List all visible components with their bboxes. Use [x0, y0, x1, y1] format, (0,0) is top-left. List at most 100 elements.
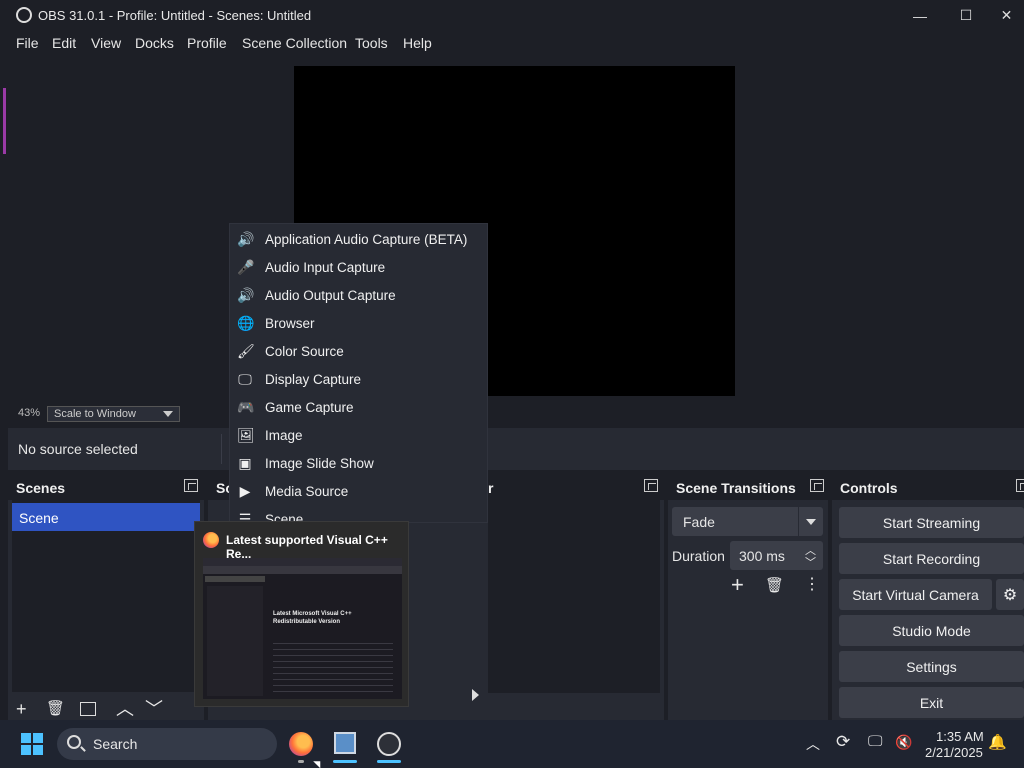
menu-bar: File Edit View Docks Profile Scene Colle…: [0, 31, 1024, 56]
menu-item-image[interactable]: 🖼 Image: [230, 421, 487, 449]
close-button[interactable]: ✕: [989, 0, 1024, 31]
remove-scene-icon[interactable]: 🗑: [46, 700, 65, 718]
obs-logo-icon: [16, 7, 32, 23]
installer-taskbar-icon[interactable]: [334, 732, 356, 754]
menu-item-audio-input-capture[interactable]: 🎤 Audio Input Capture: [230, 253, 487, 281]
scenes-header: Scenes: [8, 474, 204, 500]
menu-docks[interactable]: Docks: [135, 35, 174, 51]
divider: [798, 507, 799, 536]
scenes-title: Scenes: [16, 480, 66, 496]
duration-spinbox[interactable]: 300 ms ︿ ﹀: [730, 541, 823, 570]
add-scene-icon[interactable]: +: [16, 700, 27, 718]
menu-profile[interactable]: Profile: [187, 35, 227, 51]
virtual-camera-settings-icon[interactable]: ⚙: [996, 579, 1024, 610]
audio-mixer-dock: r: [480, 474, 664, 720]
windows-start-icon[interactable]: [21, 733, 43, 755]
exit-button[interactable]: Exit: [839, 687, 1024, 718]
page-heading: Latest Microsoft Visual C++ Redistributa…: [273, 611, 352, 625]
menu-item-image-slide-show[interactable]: ▣ Image Slide Show: [230, 449, 487, 477]
move-up-icon[interactable]: ︿: [116, 700, 134, 718]
duration-label: Duration: [672, 548, 725, 564]
menu-item-app-audio-capture[interactable]: 🔊 Application Audio Capture (BETA): [230, 225, 487, 253]
menu-item-display-capture[interactable]: 🖵 Display Capture: [230, 365, 487, 393]
volume-muted-icon[interactable]: 🔇: [895, 734, 912, 751]
menu-item-browser[interactable]: 🌐 Browser: [230, 309, 487, 337]
menu-item-game-capture[interactable]: 🎮 Game Capture: [230, 393, 487, 421]
clock-time[interactable]: 1:35 AM: [936, 729, 984, 744]
add-transition-icon[interactable]: +: [731, 574, 744, 596]
transition-select[interactable]: Fade: [672, 507, 823, 536]
app-audio-icon: 🔊: [237, 231, 255, 247]
clock-date[interactable]: 2/21/2025: [925, 745, 983, 760]
gamepad-icon: 🎮: [237, 399, 255, 415]
menu-scene-collection[interactable]: Scene Collection: [242, 35, 347, 51]
duration-value: 300 ms: [739, 548, 785, 564]
remove-transition-icon[interactable]: 🗑: [765, 577, 784, 595]
taskbar-search[interactable]: Search: [57, 728, 277, 760]
title-bar: OBS 31.0.1 - Profile: Untitled - Scenes:…: [0, 0, 1024, 31]
chevron-down-icon: [163, 411, 173, 417]
chevron-down-icon: [806, 519, 816, 525]
menu-item-color-source[interactable]: 🖌 Color Source: [230, 337, 487, 365]
menu-item-media-source[interactable]: ▶ Media Source: [230, 477, 487, 505]
firefox-icon: [203, 532, 219, 548]
zoom-level: 43%: [18, 407, 41, 419]
globe-icon: 🌐: [237, 315, 255, 331]
add-source-menu: 🔊 Application Audio Capture (BETA) 🎤 Audio…: [229, 223, 488, 523]
minimize-button[interactable]: —: [897, 0, 943, 31]
start-virtual-camera-button[interactable]: Start Virtual Camera: [839, 579, 992, 610]
play-icon: ▶: [239, 483, 251, 499]
monitor-icon: 🖵: [238, 371, 252, 387]
studio-mode-button[interactable]: Studio Mode: [839, 615, 1024, 646]
transition-value: Fade: [683, 514, 715, 530]
browser-urlbar: [203, 566, 402, 574]
page-banner: [205, 576, 265, 582]
running-indicator: [298, 760, 304, 763]
browser-tabs: [203, 558, 402, 566]
thumbnail-screenshot: Latest Microsoft Visual C++ Redistributa…: [203, 558, 402, 699]
controls-header: Controls: [832, 474, 1024, 500]
menu-item-audio-output-capture[interactable]: 🔊 Audio Output Capture: [230, 281, 487, 309]
menu-tools[interactable]: Tools: [355, 35, 388, 51]
sync-alert-icon[interactable]: ⟳: [836, 732, 850, 752]
show-hidden-icons-icon[interactable]: ︿: [806, 734, 820, 754]
transitions-header: Scene Transitions: [668, 474, 828, 500]
scene-list-item[interactable]: Scene: [12, 503, 200, 531]
start-recording-button[interactable]: Start Recording: [839, 543, 1024, 574]
transition-menu-icon[interactable]: ⋮: [804, 576, 820, 594]
float-dock-icon[interactable]: [1016, 479, 1024, 492]
obs-taskbar-icon[interactable]: [377, 732, 401, 756]
taskbar-thumbnail-preview[interactable]: Latest supported Visual C++ Re... Latest…: [194, 521, 409, 707]
active-indicator: [377, 760, 401, 763]
image-icon: 🖼: [237, 427, 255, 443]
audio-mixer-body: [480, 500, 660, 693]
notification-bell-icon[interactable]: 🔔: [988, 733, 1007, 751]
spin-down-icon[interactable]: ﹀: [805, 554, 816, 570]
maximize-button[interactable]: ☐: [943, 0, 989, 31]
active-indicator: [333, 760, 357, 763]
slideshow-icon: ▣: [238, 455, 252, 471]
brush-icon: 🖌: [237, 343, 255, 359]
scene-filters-icon[interactable]: [80, 702, 96, 716]
page-body: [273, 638, 393, 693]
controls-title: Controls: [840, 480, 898, 496]
scale-mode-select[interactable]: Scale to Window: [47, 406, 180, 422]
settings-button[interactable]: Settings: [839, 651, 1024, 682]
audio-mixer-title: r: [488, 480, 494, 496]
float-dock-icon[interactable]: [184, 479, 198, 492]
firefox-taskbar-icon[interactable]: [289, 732, 313, 756]
float-dock-icon[interactable]: [810, 479, 824, 492]
start-streaming-button[interactable]: Start Streaming: [839, 507, 1024, 538]
menu-view[interactable]: View: [91, 35, 121, 51]
move-down-icon[interactable]: ﹀: [145, 700, 163, 718]
menu-help[interactable]: Help: [403, 35, 432, 51]
menu-edit[interactable]: Edit: [52, 35, 76, 51]
float-dock-icon[interactable]: [644, 479, 658, 492]
submenu-arrow-icon: [472, 689, 479, 701]
menu-file[interactable]: File: [16, 35, 39, 51]
add-source-menu-lower: [410, 523, 488, 716]
network-icon[interactable]: 🖵: [868, 733, 882, 750]
window-title: OBS 31.0.1 - Profile: Untitled - Scenes:…: [38, 8, 312, 23]
thumbnail-title: Latest supported Visual C++ Re...: [226, 533, 388, 561]
divider: [221, 434, 222, 464]
